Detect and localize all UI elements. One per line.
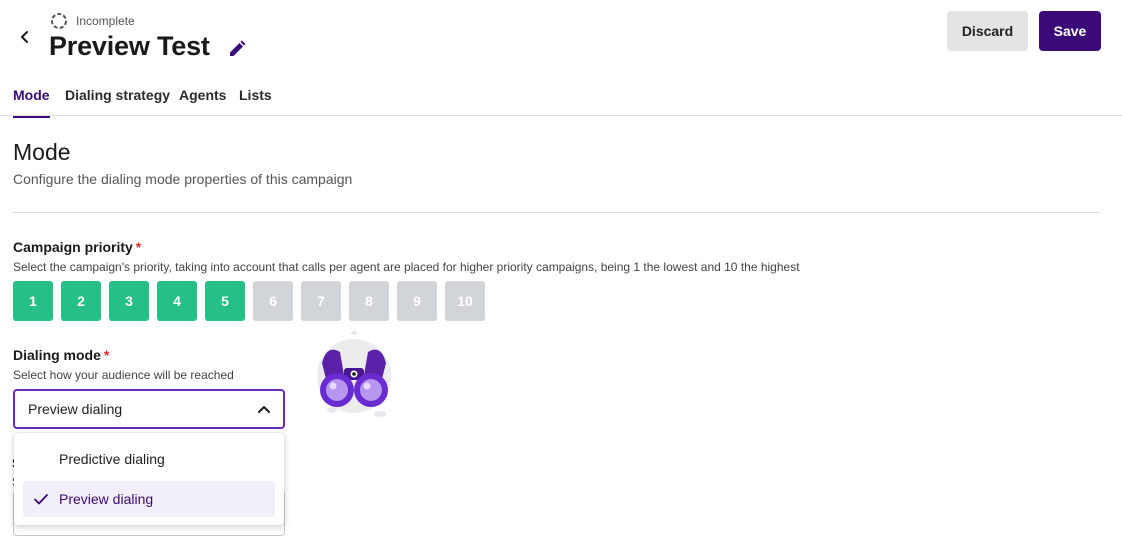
section-title: Mode [13,139,71,165]
priority-label: Campaign priority * [13,239,141,255]
priority-option-3[interactable]: 3 [109,281,149,321]
back-button[interactable] [14,26,36,48]
chevron-up-icon [258,406,270,413]
priority-option-1[interactable]: 1 [13,281,53,321]
priority-option-7[interactable]: 7 [301,281,341,321]
priority-option-5[interactable]: 5 [205,281,245,321]
option-preview-dialing[interactable]: Preview dialing [23,481,275,517]
priority-option-10[interactable]: 10 [445,281,485,321]
tab-mode[interactable]: Mode [13,87,50,118]
dialing-mode-dropdown: Predictive dialing Preview dialing [14,433,284,525]
status-label: Incomplete [76,14,135,28]
priority-label-text: Campaign priority [13,239,133,255]
dialing-mode-label-text: Dialing mode [13,347,101,363]
binoculars-illustration [317,330,391,417]
option-label: Preview dialing [59,491,154,507]
priority-option-6[interactable]: 6 [253,281,293,321]
priority-option-4[interactable]: 4 [157,281,197,321]
priority-option-2[interactable]: 2 [61,281,101,321]
required-mark: * [103,347,110,363]
priority-option-8[interactable]: 8 [349,281,389,321]
section-subtitle: Configure the dialing mode properties of… [13,171,353,187]
campaign-editor: Incomplete Preview Test Discard Save Mod… [0,0,1122,556]
dialing-mode-value: Preview dialing [28,401,123,417]
option-label: Predictive dialing [59,451,165,467]
option-predictive-dialing[interactable]: Predictive dialing [23,441,275,477]
required-mark: * [135,239,142,255]
dialing-mode-label: Dialing mode * [13,347,109,363]
title-row: Preview Test [49,31,248,62]
tab-dialing-strategy[interactable]: Dialing strategy [65,87,170,116]
divider [13,212,1101,213]
save-button[interactable]: Save [1039,11,1101,51]
chevron-left-icon [21,31,28,43]
pencil-icon [229,40,246,56]
check-icon [34,494,48,505]
discard-button[interactable]: Discard [947,11,1028,51]
dialing-mode-help: Select how your audience will be reached [13,368,234,382]
page-title: Preview Test [49,31,210,61]
edit-title-button[interactable] [226,38,248,60]
incomplete-status-icon [51,13,67,29]
tab-bar: Mode Dialing strategy Agents Lists [0,76,1122,118]
campaign-status: Incomplete [50,12,135,30]
tab-lists[interactable]: Lists [239,87,272,116]
priority-help: Select the campaign's priority, taking i… [13,260,800,274]
tab-agents[interactable]: Agents [179,87,226,116]
priority-option-9[interactable]: 9 [397,281,437,321]
dialing-mode-select[interactable]: Preview dialing [13,389,285,429]
priority-selector: 1 2 3 4 5 6 7 8 9 10 [13,281,485,321]
